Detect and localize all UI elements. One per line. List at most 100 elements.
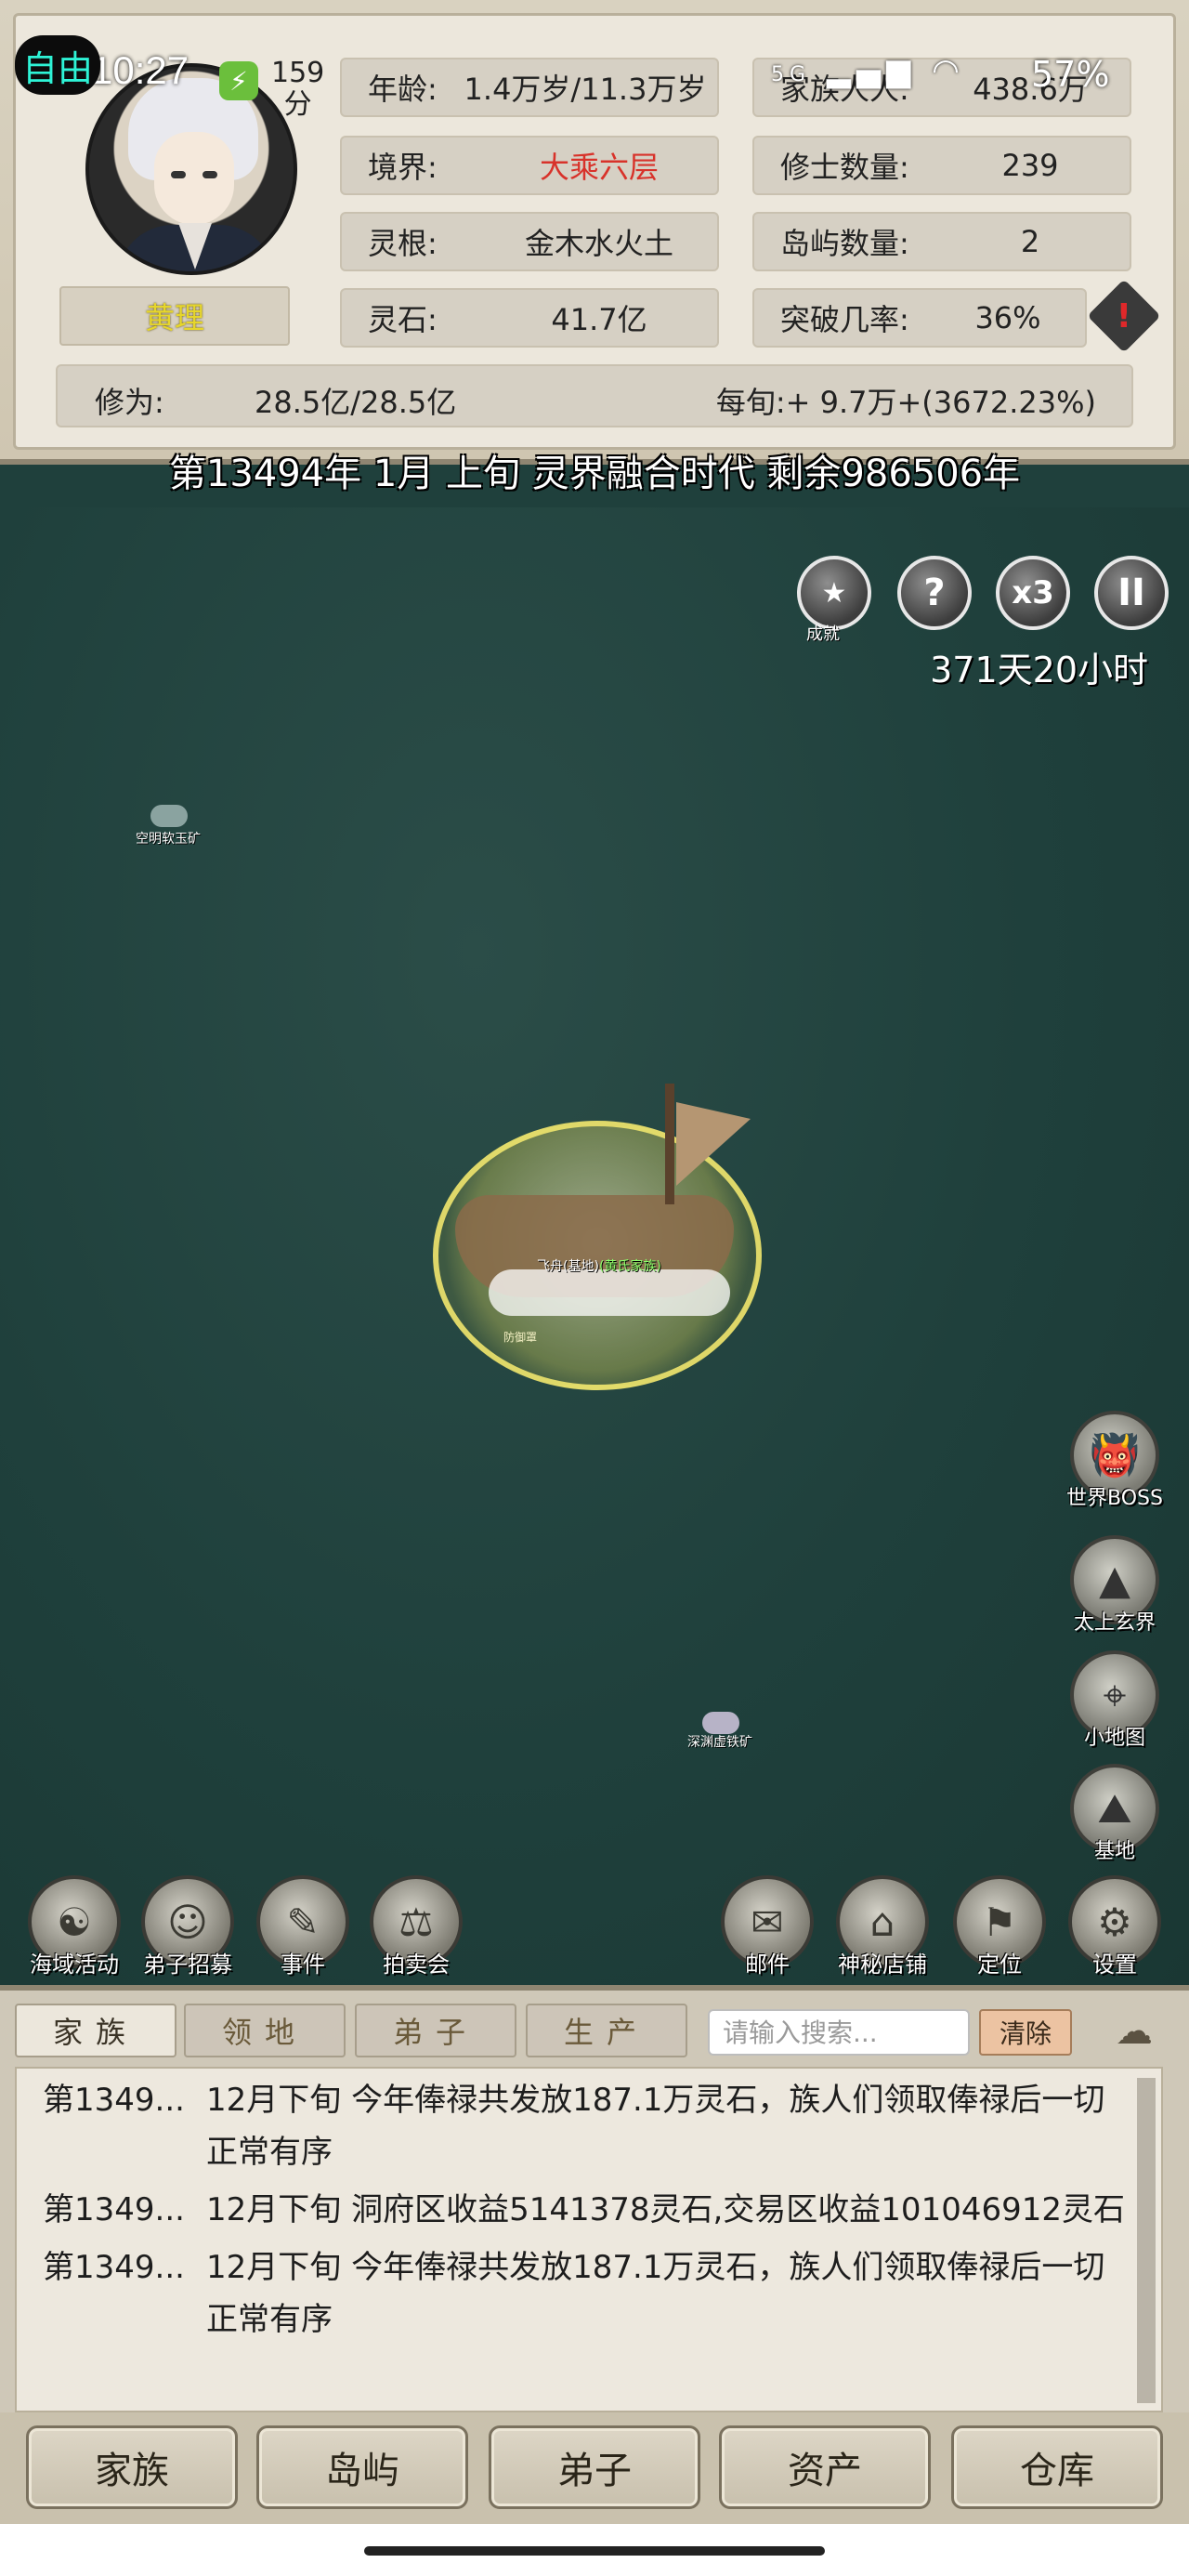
nav-disciples-button[interactable]: 弟子 [489,2425,700,2509]
mystery-shop-label: 神秘店铺 [838,1952,927,1978]
spirit-stones-value: 41.7亿 [551,302,647,337]
breakthrough-label: 突破几率: [780,302,909,337]
cloud-ornament-icon[interactable]: ☁ [1092,2007,1176,2056]
search-input[interactable] [708,2009,970,2056]
monster-icon: 👹 [1089,1432,1141,1479]
home-indicator[interactable] [364,2546,825,2556]
sea-event-icon: ☯ [57,1899,92,1945]
disciple-icon: ☺ [167,1899,208,1945]
scroll-icon: ✎ [286,1899,320,1945]
mine-icon[interactable] [150,805,188,827]
islands-value: 2 [1020,224,1040,259]
bottom-navigation: 家族 岛屿 弟子 资产 仓库 [0,2412,1189,2524]
settings-label: 设置 [1092,1952,1137,1978]
help-button[interactable]: ? [897,556,972,630]
status-time: 10:27 [91,48,189,92]
log-entry-year: 第1349... [43,2191,185,2228]
airship-label-clan: (黄氏家族) [598,1259,661,1274]
tab-clan[interactable]: 家族 [15,2004,176,2057]
log-entry: 第1349... 12月下旬 洞府区收益5141378灵石,交易区收益10104… [17,2184,1161,2236]
locate-label: 定位 [977,1952,1022,1978]
spirit-root-label: 灵根: [368,226,438,261]
mine-icon[interactable] [702,1712,739,1734]
avatar-face [154,132,234,225]
game-date-banner: 第13494年 1月 上旬 灵界融合时代 剩余986506年 [168,453,1021,495]
free-badge[interactable]: 自由 [15,35,100,95]
islands-label: 岛屿数量: [780,226,909,261]
gesture-area [0,2524,1189,2576]
spirit-stones-stat: 灵石: 41.7亿 [340,288,719,348]
tab-disciples[interactable]: 弟子 [355,2004,516,2057]
network-label: 5G [771,63,812,86]
age-label: 年龄: [368,72,438,107]
nav-islands-button[interactable]: 岛屿 [256,2425,468,2509]
mine-label-2[interactable]: 深渊虚铁矿 [687,1732,752,1751]
sea-event-label: 海域活动 [30,1952,119,1978]
score: 159 分 [271,58,324,121]
spirit-root-stat: 灵根: 金木水火土 [340,212,719,271]
world-boss-label: 世界BOSS [1066,1487,1163,1510]
gavel-icon: ⚖ [399,1899,434,1945]
gear-icon: ⚙ [1097,1899,1132,1945]
islands-stat: 岛屿数量: 2 [752,212,1131,271]
base-airship[interactable] [433,1084,790,1390]
log-entry-text: 12月下旬 今年俸禄共发放187.1万灵石，族人们领取俸禄后一切正常有序 [206,2249,1105,2338]
achievement-label: 成就 [806,624,840,644]
pause-button[interactable]: II [1094,556,1169,630]
mail-label: 邮件 [745,1952,790,1978]
realm-label: 境界: [368,150,438,185]
character-avatar[interactable] [85,63,297,275]
signal-icon: ▂▄▆ [826,52,917,89]
mine-label-1[interactable]: 空明软玉矿 [136,829,201,848]
cultivators-stat: 修士数量: 239 [752,136,1131,195]
charging-icon: ⚡ [219,61,258,100]
flag-icon: ⚑ [982,1899,1017,1945]
achievement-button[interactable]: ★ [797,556,871,630]
airship-label-prefix: 飞舟(基地) [537,1259,599,1274]
shield-label: 防御罩 [503,1331,538,1344]
nav-warehouse-button[interactable]: 仓库 [951,2425,1163,2509]
cultivation-value: 28.5亿/28.5亿 [255,385,457,420]
speed-button[interactable]: x3 [996,556,1070,630]
age-value: 1.4万岁/11.3万岁 [464,72,707,107]
log-entry-year: 第1349... [43,2249,185,2286]
peak-icon: ⛰ [1097,1784,1132,1833]
character-name[interactable]: 黄理 [59,286,290,346]
airship-cloud [489,1269,730,1316]
realm-value: 大乘六层 [539,150,659,185]
log-entry-text: 12月下旬 今年俸禄共发放187.1万灵石，族人们领取俸禄后一切正常有序 [206,2082,1105,2171]
events-label: 事件 [281,1952,325,1978]
nav-clan-button[interactable]: 家族 [26,2425,238,2509]
tab-territory[interactable]: 领地 [184,2004,346,2057]
breakthrough-value: 36% [974,300,1041,335]
log-scrollbar[interactable] [1137,2078,1156,2403]
log-entry-year: 第1349... [43,2082,185,2119]
minimap-label: 小地图 [1083,1727,1145,1750]
avatar-eye-left [171,171,186,178]
mail-icon: ✉ [751,1899,784,1945]
cultivation-label: 修为: [95,385,164,420]
tab-production[interactable]: 生产 [526,2004,687,2057]
sea-map[interactable]: ★ 成就 ? x3 II 371天20小时 空明软玉矿 飞舟(基地)(黄氏家族)… [0,507,1189,1985]
airship-mast [665,1084,674,1204]
breakthrough-stat: 突破几率: 36% [752,288,1087,348]
wifi-icon: ◠ [932,52,965,89]
clear-button[interactable]: 清除 [979,2009,1072,2056]
airship-label: 飞舟(基地)(黄氏家族) [537,1256,661,1275]
realm-stat: 境界: 大乘六层 [340,136,719,195]
log-panel: 家族 领地 弟子 生产 清除 ☁ 第1349... 12月下旬 今年俸禄共发放1… [0,1985,1189,2412]
nav-assets-button[interactable]: 资产 [719,2425,931,2509]
cultivation-bar: 修为: 28.5亿/28.5亿 每旬:+ 9.7万+(3672.23%) [56,364,1133,427]
character-status-panel: 自由 10:27 ⚡ 159 分 黄理 年龄: 1.4万岁/11.3万岁 境界:… [0,0,1189,465]
log-entry: 第1349... 12月下旬 今年俸禄共发放187.1万灵石，族人们领取俸禄后一… [17,2074,1161,2178]
log-entry-text: 12月下旬 洞府区收益5141378灵石,交易区收益101046912灵石 [206,2191,1125,2228]
spirit-root-value: 金木水火土 [524,226,673,261]
mountain-icon: ▲ [1099,1556,1130,1604]
score-value: 159 [271,57,325,89]
log-list[interactable]: 第1349... 12月下旬 今年俸禄共发放187.1万灵石，族人们领取俸禄后一… [15,2067,1163,2412]
score-unit: 分 [283,88,312,121]
recruit-disciple-label: 弟子招募 [143,1952,232,1978]
supreme-realm-label: 太上玄界 [1073,1611,1156,1635]
avatar-eye-right [203,171,217,178]
battery-percent: 57% [1031,54,1110,95]
